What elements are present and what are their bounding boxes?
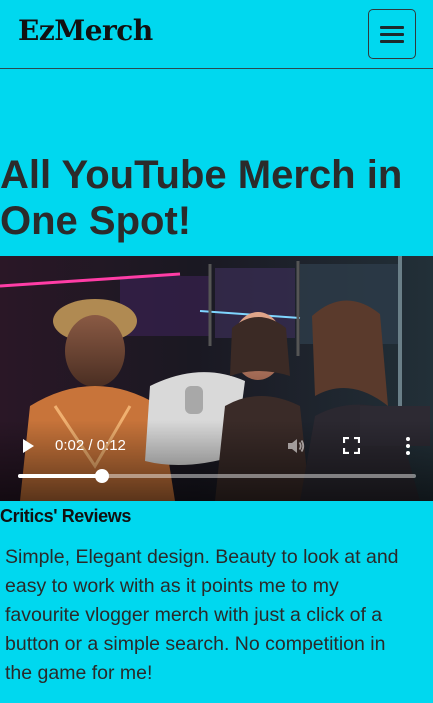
video-player[interactable] [0,256,433,501]
reviews-heading: Critics' Reviews [0,506,131,526]
video-progress-fill [18,474,102,478]
hamburger-menu-icon-bar [380,32,404,36]
volume-icon[interactable] [286,436,306,456]
hero-title: All YouTube Merch in One Spot! [0,153,403,243]
video-progress-bar[interactable] [18,469,416,483]
brand-logo[interactable]: EzMerch [18,14,153,47]
hamburger-menu-icon-bar [380,39,404,43]
fullscreen-icon[interactable] [343,437,360,454]
video-controls-overlay [0,420,433,501]
more-options-icon[interactable] [400,436,416,456]
video-progress-thumb[interactable] [95,469,109,483]
video-time-display: 0:02 / 0:12 [55,437,126,454]
play-icon[interactable] [20,438,36,454]
hamburger-menu-icon [380,25,404,29]
navbar: EzMerch [0,0,433,69]
menu-toggle-button[interactable] [368,9,416,59]
review-text: Simple, Elegant design. Beauty to look a… [5,546,399,684]
